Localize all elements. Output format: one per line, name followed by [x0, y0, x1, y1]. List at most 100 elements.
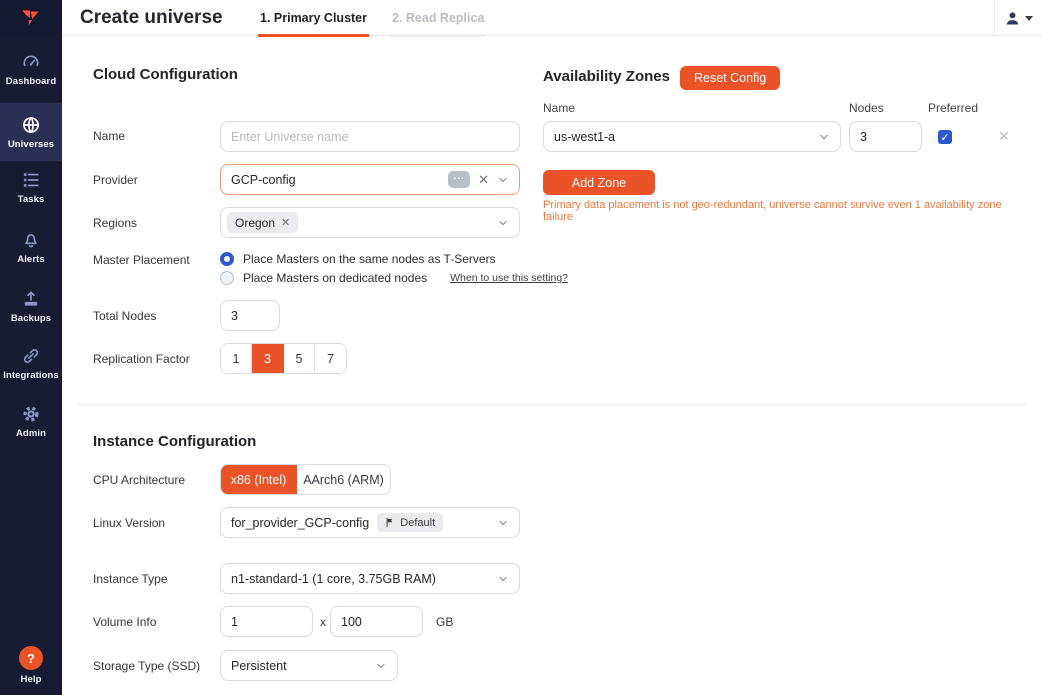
- chevron-down-icon: [497, 217, 509, 229]
- volume-info-label: Volume Info: [93, 615, 156, 629]
- clear-icon[interactable]: ✕: [478, 173, 489, 186]
- volume-unit: GB: [436, 615, 453, 629]
- radio-unselected-icon[interactable]: [220, 271, 234, 285]
- provider-label: Provider: [93, 173, 138, 187]
- add-zone-button[interactable]: Add Zone: [543, 170, 655, 195]
- ellipsis-badge-icon[interactable]: ...: [448, 171, 470, 188]
- replication-factor-option-5[interactable]: 5: [284, 344, 315, 373]
- name-label: Name: [93, 129, 125, 143]
- yugabyte-logo[interactable]: [0, 0, 62, 36]
- link-icon: [21, 346, 41, 366]
- tab-primary-cluster[interactable]: 1. Primary Cluster: [258, 0, 369, 36]
- sidebar-item-label: Dashboard: [6, 76, 57, 87]
- radio-option-label: Place Masters on the same nodes as T-Ser…: [243, 252, 496, 266]
- total-nodes-label: Total Nodes: [93, 309, 156, 323]
- chevron-down-icon: [375, 660, 387, 672]
- tab-read-replica[interactable]: 2. Read Replica: [390, 0, 486, 36]
- user-menu-button[interactable]: [994, 0, 1042, 36]
- instance-configuration-heading: Instance Configuration: [93, 433, 256, 450]
- cpu-architecture-group: x86 (Intel) AArch6 (ARM): [220, 464, 391, 495]
- create-universe-page: Dashboard Universes Tasks Alerts: [0, 0, 1042, 695]
- replication-factor-option-1[interactable]: 1: [221, 344, 252, 373]
- sidebar-item-label: Help: [21, 674, 42, 685]
- sidebar-item-backups[interactable]: Backups: [0, 287, 62, 324]
- az-zone-select[interactable]: us-west1-a: [543, 121, 841, 152]
- volume-count-input[interactable]: [220, 606, 313, 637]
- main-content: Cloud Configuration Name Provider GCP-co…: [62, 36, 1042, 695]
- chevron-down-icon: [1025, 16, 1033, 21]
- question-icon: ?: [19, 646, 43, 670]
- sidebar-item-label: Tasks: [18, 194, 45, 205]
- sidebar-item-dashboard[interactable]: Dashboard: [0, 50, 62, 87]
- tab-label: 2. Read Replica: [392, 11, 484, 25]
- sidebar-item-universes[interactable]: Universes: [0, 103, 62, 161]
- regions-select[interactable]: Oregon ✕: [220, 207, 520, 238]
- master-placement-option-same-nodes[interactable]: Place Masters on the same nodes as T-Ser…: [220, 252, 496, 266]
- upload-icon: [21, 289, 41, 309]
- az-preferred-column-header: Preferred: [928, 101, 978, 115]
- sidebar-item-tasks[interactable]: Tasks: [0, 168, 62, 205]
- storage-type-select[interactable]: Persistent: [220, 650, 398, 681]
- instance-type-select[interactable]: n1-standard-1 (1 core, 3.75GB RAM): [220, 563, 520, 594]
- sidebar-item-label: Universes: [8, 139, 54, 150]
- gauge-icon: [21, 52, 41, 72]
- flag-icon: [385, 517, 395, 528]
- radio-selected-icon[interactable]: [220, 252, 234, 266]
- chevron-down-icon: [818, 131, 830, 143]
- sidebar-item-label: Alerts: [17, 254, 45, 265]
- az-row-remove-icon[interactable]: ✕: [998, 128, 1010, 145]
- linux-version-select[interactable]: for_provider_GCP-config Default: [220, 507, 520, 538]
- cloud-configuration-heading: Cloud Configuration: [93, 66, 238, 83]
- chevron-down-icon: [497, 517, 509, 529]
- az-warning-text: Primary data placement is not geo-redund…: [543, 199, 1013, 223]
- cpu-architecture-label: CPU Architecture: [93, 473, 185, 487]
- provider-select[interactable]: GCP-config ... ✕: [220, 164, 520, 195]
- cpu-arch-option-arm[interactable]: AArch6 (ARM): [297, 465, 390, 494]
- radio-option-label: Place Masters on dedicated nodes: [243, 271, 427, 285]
- default-badge: Default: [377, 513, 443, 532]
- master-placement-label: Master Placement: [93, 253, 190, 267]
- default-badge-label: Default: [400, 517, 435, 529]
- sidebar-item-integrations[interactable]: Integrations: [0, 344, 62, 381]
- storage-type-label: Storage Type (SSD): [93, 659, 200, 673]
- az-zone-value: us-west1-a: [554, 130, 615, 144]
- bell-icon: [21, 230, 41, 250]
- universe-name-input[interactable]: [220, 121, 520, 152]
- replication-factor-option-3[interactable]: 3: [252, 344, 284, 373]
- replication-factor-label: Replication Factor: [93, 352, 190, 366]
- chevron-down-icon: [497, 174, 509, 186]
- sidebar-item-admin[interactable]: Admin: [0, 402, 62, 439]
- tab-label: 1. Primary Cluster: [260, 11, 367, 25]
- linux-version-label: Linux Version: [93, 516, 165, 530]
- sidebar-item-label: Backups: [11, 313, 51, 324]
- replication-factor-option-7[interactable]: 7: [315, 344, 346, 373]
- chevron-down-icon: [497, 573, 509, 585]
- user-icon: [1004, 10, 1021, 27]
- page-title: Create universe: [80, 7, 223, 29]
- sidebar-item-alerts[interactable]: Alerts: [0, 228, 62, 265]
- volume-size-input[interactable]: [330, 606, 423, 637]
- sidebar-item-label: Integrations: [3, 370, 59, 381]
- az-nodes-column-header: Nodes: [849, 101, 884, 115]
- availability-zones-heading: Availability Zones: [543, 68, 670, 85]
- storage-type-value: Persistent: [231, 659, 287, 673]
- provider-value: GCP-config: [231, 173, 296, 187]
- chip-remove-icon[interactable]: ✕: [281, 216, 290, 229]
- az-nodes-input[interactable]: [849, 121, 922, 152]
- regions-label: Regions: [93, 216, 137, 230]
- instance-type-value: n1-standard-1 (1 core, 3.75GB RAM): [231, 572, 436, 586]
- az-preferred-checkbox[interactable]: ✓: [938, 130, 952, 144]
- instance-type-label: Instance Type: [93, 572, 168, 586]
- sidebar: Dashboard Universes Tasks Alerts: [0, 0, 62, 695]
- replication-factor-group: 1 3 5 7: [220, 343, 347, 374]
- region-chip: Oregon ✕: [227, 212, 298, 233]
- az-name-column-header: Name: [543, 101, 575, 115]
- reset-config-button[interactable]: Reset Config: [680, 66, 780, 90]
- when-to-use-link[interactable]: When to use this setting?: [450, 272, 568, 284]
- cpu-arch-option-x86[interactable]: x86 (Intel): [221, 465, 297, 494]
- master-placement-option-dedicated[interactable]: Place Masters on dedicated nodes When to…: [220, 271, 568, 285]
- volume-separator: x: [320, 615, 326, 629]
- sidebar-item-help[interactable]: ? Help: [0, 644, 62, 685]
- section-divider: [78, 404, 1026, 405]
- total-nodes-input[interactable]: [220, 300, 280, 331]
